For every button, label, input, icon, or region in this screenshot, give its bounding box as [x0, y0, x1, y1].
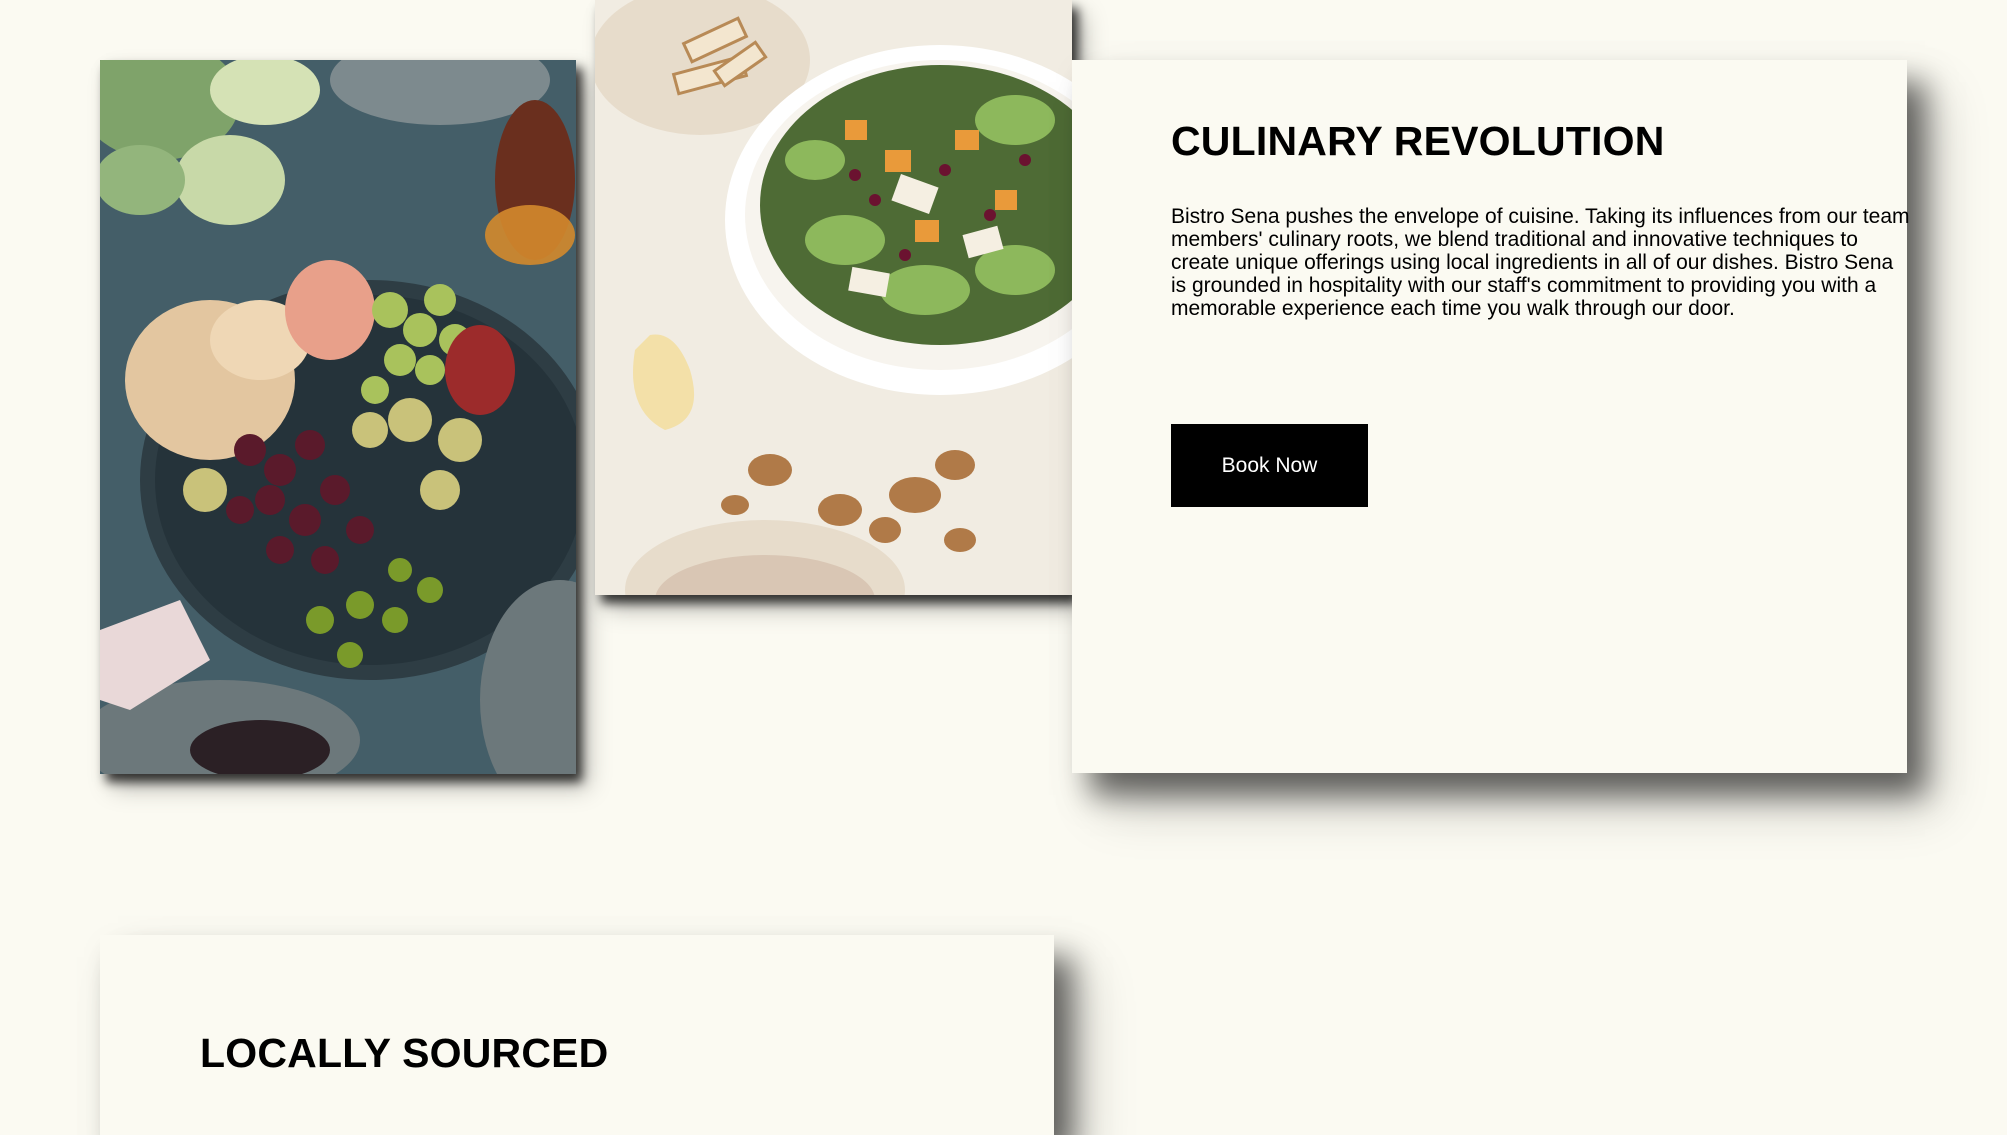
platter-photo — [100, 60, 576, 774]
platter-image — [100, 60, 576, 774]
culinary-revolution-description: Bistro Sena pushes the envelope of cuisi… — [1171, 205, 1910, 320]
culinary-revolution-card: CULINARY REVOLUTION Bistro Sena pushes t… — [1072, 60, 1910, 773]
culinary-revolution-title: CULINARY REVOLUTION — [1171, 118, 1665, 164]
book-now-button[interactable]: Book Now — [1171, 424, 1368, 507]
salad-photo — [595, 0, 1072, 595]
locally-sourced-title: LOCALLY SOURCED — [200, 1030, 609, 1076]
locally-sourced-card: LOCALLY SOURCED — [100, 935, 1054, 1135]
salad-image — [595, 0, 1072, 595]
